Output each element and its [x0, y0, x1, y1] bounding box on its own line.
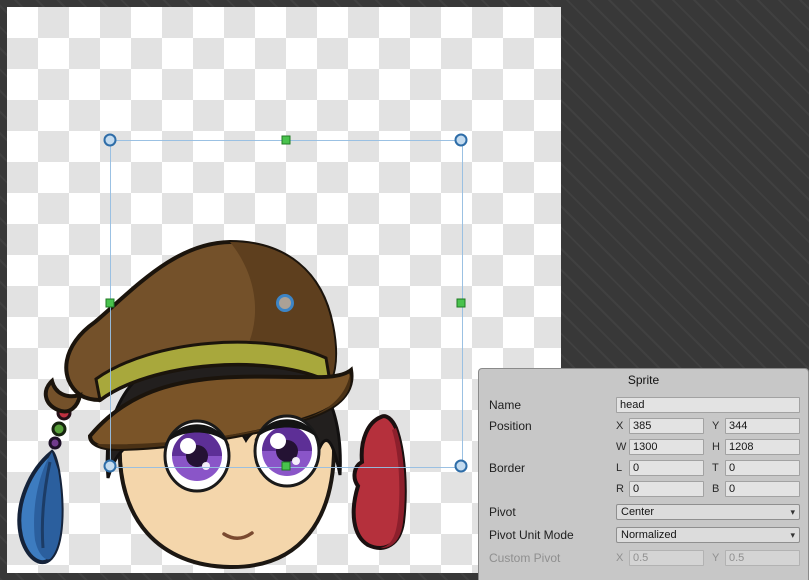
- position-w-label: W: [616, 441, 626, 453]
- position-y-label: Y: [712, 420, 722, 432]
- sprite-editor-window: Sprite Name Position X Y W H: [0, 0, 809, 580]
- border-t-label: T: [712, 462, 722, 474]
- handle-bottom-left[interactable]: [104, 460, 117, 473]
- border-l-input[interactable]: [629, 460, 704, 476]
- border-r-input[interactable]: [629, 481, 704, 497]
- handle-left-mid[interactable]: [106, 299, 115, 308]
- border-r-label: R: [616, 483, 626, 495]
- pivot-unit-mode-label: Pivot Unit Mode: [489, 527, 574, 543]
- handle-top-mid[interactable]: [282, 136, 291, 145]
- position-label: Position: [489, 418, 532, 434]
- border-label: Border: [489, 460, 525, 476]
- chevron-down-icon: ▾: [790, 508, 795, 517]
- pivot-unit-mode-dropdown[interactable]: Normalized ▾: [616, 527, 800, 543]
- pivot-value: Center: [621, 506, 654, 518]
- border-t-input[interactable]: [725, 460, 800, 476]
- panel-title: Sprite: [479, 373, 808, 387]
- custom-pivot-label: Custom Pivot: [489, 550, 560, 566]
- position-y-input[interactable]: [725, 418, 800, 434]
- border-b-input[interactable]: [725, 481, 800, 497]
- position-x-input[interactable]: [629, 418, 704, 434]
- custom-pivot-x-label: X: [616, 552, 626, 564]
- handle-top-right[interactable]: [455, 134, 468, 147]
- position-h-label: H: [712, 441, 722, 453]
- pivot-dropdown[interactable]: Center ▾: [616, 504, 800, 520]
- pivot-label: Pivot: [489, 504, 516, 520]
- handle-right-mid[interactable]: [457, 299, 466, 308]
- sprite-inspector-panel: Sprite Name Position X Y W H: [478, 368, 809, 580]
- position-x-label: X: [616, 420, 626, 432]
- handle-top-left[interactable]: [104, 134, 117, 147]
- border-b-label: B: [712, 483, 722, 495]
- pivot-handle[interactable]: [276, 294, 294, 312]
- custom-pivot-y-label: Y: [712, 552, 722, 564]
- position-w-input[interactable]: [629, 439, 704, 455]
- pivot-unit-mode-value: Normalized: [621, 529, 677, 541]
- chevron-down-icon: ▾: [790, 531, 795, 540]
- name-label: Name: [489, 397, 521, 413]
- custom-pivot-y-input: [725, 550, 800, 566]
- handle-bottom-mid[interactable]: [282, 462, 291, 471]
- name-input[interactable]: [616, 397, 800, 413]
- position-h-input[interactable]: [725, 439, 800, 455]
- custom-pivot-x-input: [629, 550, 704, 566]
- handle-bottom-right[interactable]: [455, 460, 468, 473]
- border-l-label: L: [616, 462, 626, 474]
